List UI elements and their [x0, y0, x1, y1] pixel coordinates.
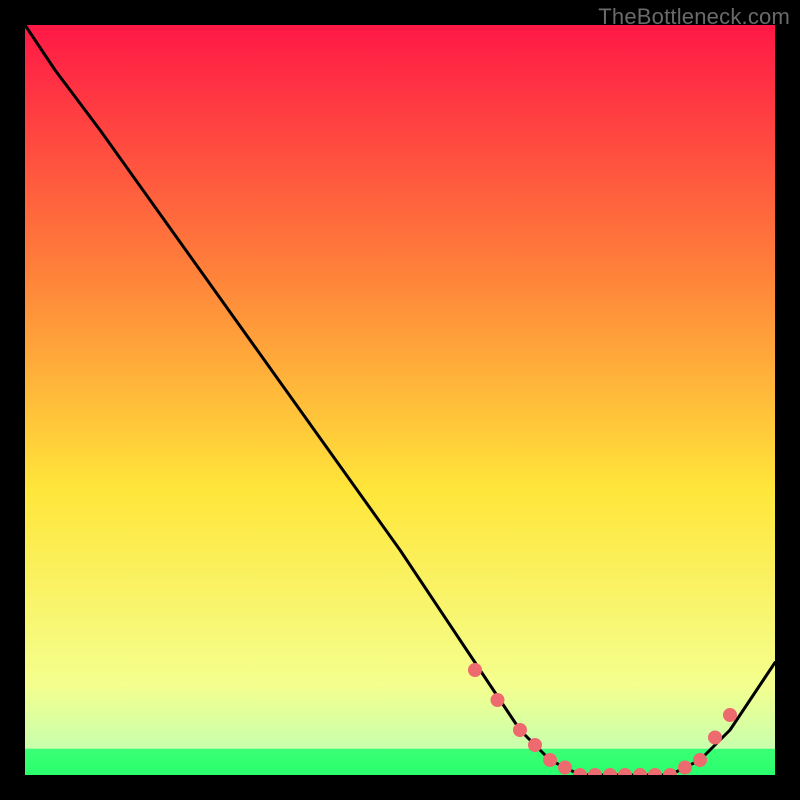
chart-plot — [25, 25, 775, 775]
highlight-dot — [544, 754, 557, 767]
highlight-dot — [529, 739, 542, 752]
highlight-dot — [491, 694, 504, 707]
highlight-dot — [709, 731, 722, 744]
chart-svg — [25, 25, 775, 775]
gradient-background — [25, 25, 775, 775]
highlight-dot — [724, 709, 737, 722]
green-band — [25, 749, 775, 775]
highlight-dot — [559, 761, 572, 774]
highlight-dot — [679, 761, 692, 774]
highlight-dot — [694, 754, 707, 767]
watermark-text: TheBottleneck.com — [598, 4, 790, 30]
highlight-dot — [514, 724, 527, 737]
chart-frame: TheBottleneck.com — [0, 0, 800, 800]
highlight-dot — [469, 664, 482, 677]
